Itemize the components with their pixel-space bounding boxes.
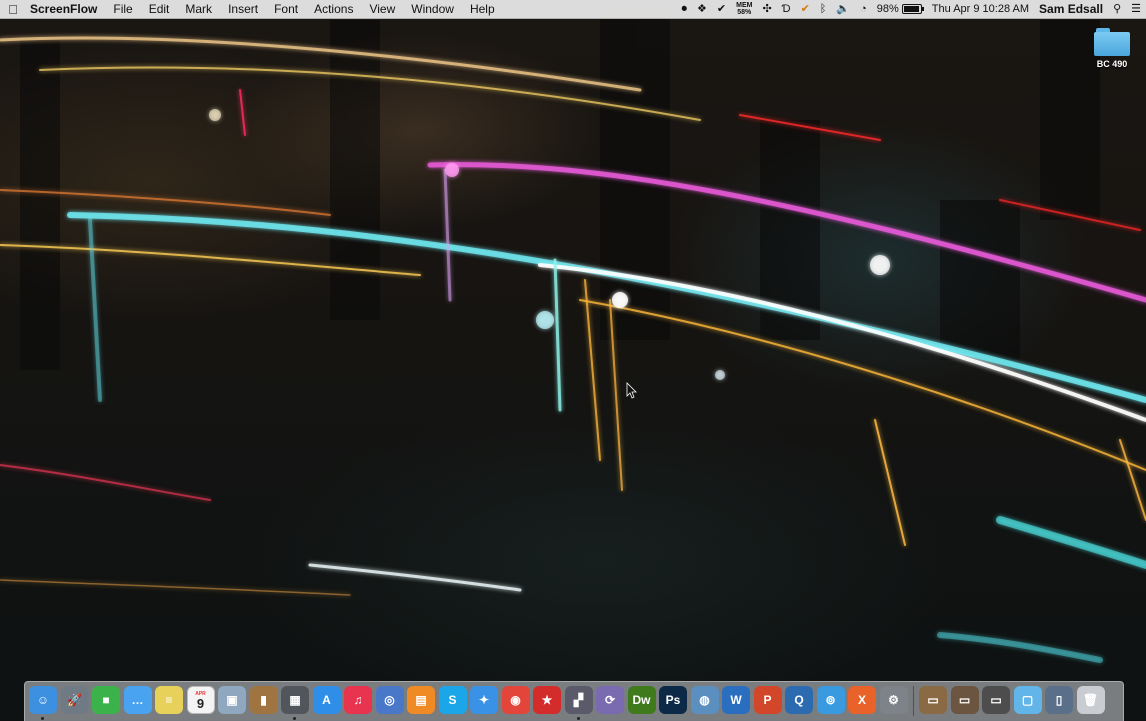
safari-icon[interactable]: ✦: [470, 686, 498, 714]
user-menu[interactable]: Sam Edsall: [1034, 0, 1108, 18]
facetime-icon[interactable]: ■: [92, 686, 120, 714]
menu-font[interactable]: Font: [266, 0, 306, 18]
folder-icon: [1094, 26, 1130, 56]
battery-percent: 98%: [876, 3, 899, 15]
memory-label: MEM: [736, 2, 753, 9]
dash-icon[interactable]: Ɗ: [777, 0, 796, 18]
memory-value: 58%: [737, 9, 752, 16]
mouse-cursor-icon: [626, 382, 637, 399]
chrome-icon[interactable]: ◉: [501, 686, 530, 714]
itunes-icon[interactable]: ♫: [344, 686, 372, 714]
volume-icon[interactable]: 🔈: [831, 0, 855, 18]
calendar-day: 9: [196, 695, 205, 711]
trash-icon[interactable]: 🗑: [1076, 686, 1105, 714]
menu-insert[interactable]: Insert: [220, 0, 266, 18]
stack-3-icon[interactable]: ▭: [982, 686, 1010, 714]
menu-window[interactable]: Window: [403, 0, 462, 18]
document-icon[interactable]: ▯: [1045, 686, 1073, 714]
checkmark-app-icon[interactable]: ✔: [712, 0, 731, 18]
finder-icon[interactable]: ☺: [29, 686, 57, 714]
quicktime-icon[interactable]: Q: [785, 686, 813, 714]
app-store-icon[interactable]: A: [312, 686, 341, 714]
menu-help[interactable]: Help: [462, 0, 503, 18]
apple-menu-icon[interactable]: : [0, 2, 26, 17]
skype-icon[interactable]: S: [438, 686, 467, 714]
launchpad-icon[interactable]: 🚀: [60, 686, 89, 714]
folder-label: BC 490: [1096, 59, 1128, 69]
motion-icon[interactable]: ⟳: [596, 686, 624, 714]
x-app-icon[interactable]: X: [848, 686, 876, 714]
menu-file[interactable]: File: [105, 0, 140, 18]
memory-monitor[interactable]: MEM 58%: [731, 0, 757, 18]
stickies-icon[interactable]: ≡: [155, 686, 183, 714]
dock-separator: [913, 686, 914, 716]
wifi-icon[interactable]: ◔: [855, 0, 872, 18]
status-area: ⏺ ❖ ✔ MEM 58% ✣ Ɗ ✔ ᛒ 🔈 ◔ 98% Thu Apr 9 1…: [677, 0, 1146, 18]
final-cut-icon[interactable]: ▞: [564, 686, 593, 714]
notification-center-icon[interactable]: ☰: [1126, 0, 1146, 18]
desktop-folder[interactable]: BC 490: [1086, 26, 1138, 69]
flashcard-icon[interactable]: ★: [533, 686, 561, 714]
ibooks-icon[interactable]: ▤: [407, 686, 435, 714]
battery-icon: [901, 4, 924, 14]
dropbox-icon[interactable]: ❖: [692, 0, 712, 18]
calendar-icon[interactable]: APR 9: [186, 686, 215, 714]
notebook-icon[interactable]: ▮: [249, 686, 278, 714]
bluetooth-icon[interactable]: ᛒ: [815, 0, 832, 18]
messages-icon[interactable]: …: [123, 686, 152, 714]
crossover-icon[interactable]: ⊚: [816, 686, 845, 714]
battery-status[interactable]: 98%: [872, 0, 927, 18]
stack-1-icon[interactable]: ▭: [919, 686, 947, 714]
word-icon[interactable]: W: [722, 686, 750, 714]
preview-icon[interactable]: ▣: [218, 686, 246, 714]
dock: ☺ 🚀 ■… ≡ APR 9 ▣ ▮ ▦ A ♫ ◎ ▤ S ✦ ◉ ★ ▞ ⟳ Dw Ps ◍ W P Q ⊚ X ⚙ ▭ ▭ ▭ ▢ ▯ 🗑: [24, 681, 1124, 721]
app-menu[interactable]: ScreenFlow: [26, 0, 105, 18]
menu-actions[interactable]: Actions: [306, 0, 361, 18]
desktop-wallpaper: [0, 0, 1146, 720]
menu-mark[interactable]: Mark: [177, 0, 220, 18]
screen-record-icon[interactable]: ⏺: [677, 0, 693, 18]
dreamweaver-icon[interactable]: Dw: [627, 686, 656, 714]
powerpoint-icon[interactable]: P: [753, 686, 782, 714]
stack-2-icon[interactable]: ▭: [950, 686, 979, 714]
menu-edit[interactable]: Edit: [141, 0, 178, 18]
claquette-icon[interactable]: ▦: [281, 686, 309, 714]
photoshop-icon[interactable]: Ps: [659, 686, 687, 714]
dvd-player-icon[interactable]: ◎: [375, 686, 404, 714]
system-preferences-icon[interactable]: ⚙: [879, 686, 908, 714]
sync-icon[interactable]: ✣: [757, 0, 776, 18]
menu-bar:  ScreenFlow File Edit Mark Insert Font …: [0, 0, 1146, 19]
spotlight-search-icon[interactable]: ⚲: [1108, 0, 1126, 18]
downloads-folder-icon[interactable]: ▢: [1013, 686, 1042, 714]
menu-view[interactable]: View: [361, 0, 403, 18]
clock[interactable]: Thu Apr 9 10:28 AM: [927, 0, 1034, 18]
screenflow-icon[interactable]: ◍: [690, 686, 719, 714]
orange-check-icon[interactable]: ✔: [796, 0, 815, 18]
